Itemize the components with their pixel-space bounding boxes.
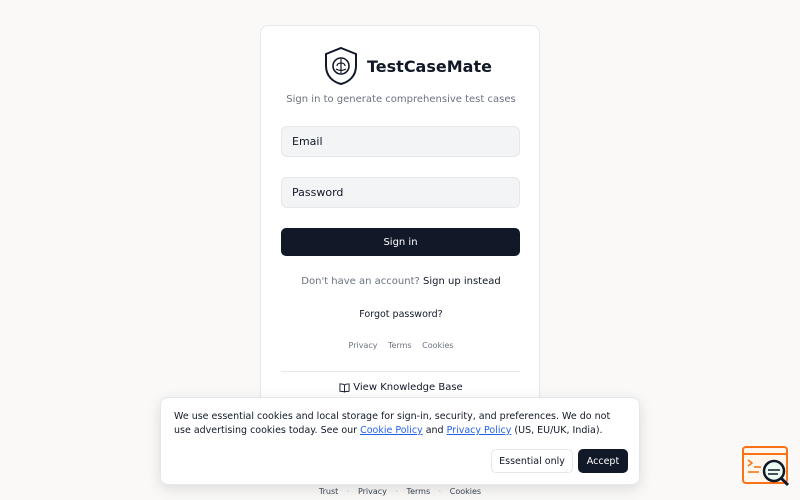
- accept-cookies-button[interactable]: Accept: [578, 449, 628, 473]
- footer-terms-link[interactable]: Terms: [407, 487, 431, 496]
- signup-prompt: Don't have an account?: [301, 276, 420, 287]
- privacy-policy-link[interactable]: Privacy Policy: [447, 425, 512, 436]
- card-cookies-link[interactable]: Cookies: [422, 341, 453, 350]
- sign-in-button[interactable]: Sign in: [281, 228, 520, 256]
- page-footer: Trust · Privacy · Terms · Cookies: [0, 487, 800, 496]
- shield-logo-icon: [325, 46, 357, 86]
- signup-prompt-row: Don't have an account? Sign up instead: [261, 276, 541, 287]
- password-field[interactable]: [281, 177, 520, 208]
- login-card: TestCaseMate Sign in to generate compreh…: [260, 25, 540, 445]
- cookie-and-text: and: [425, 425, 444, 436]
- app-title: TestCaseMate: [367, 56, 492, 76]
- card-privacy-link[interactable]: Privacy: [349, 341, 378, 350]
- knowledge-base-link[interactable]: View Knowledge Base: [261, 382, 541, 393]
- essential-only-button[interactable]: Essential only: [491, 449, 573, 473]
- divider: [281, 371, 520, 372]
- cookie-text-part2: (US, EU/UK, India).: [514, 425, 603, 436]
- footer-separator: ·: [438, 487, 442, 496]
- cookie-banner-text: We use essential cookies and local stora…: [174, 410, 624, 438]
- cookie-policy-link[interactable]: Cookie Policy: [360, 425, 423, 436]
- forgot-password-link[interactable]: Forgot password?: [261, 309, 541, 320]
- footer-separator: ·: [395, 487, 398, 496]
- page-subtitle: Sign in to generate comprehensive test c…: [286, 94, 516, 105]
- chat-search-icon: [742, 446, 790, 487]
- brand: TestCaseMate: [323, 46, 492, 86]
- knowledge-base-label: View Knowledge Base: [353, 382, 463, 393]
- email-field[interactable]: [281, 126, 520, 157]
- sign-up-link[interactable]: Sign up instead: [423, 276, 501, 287]
- footer-cookies-link[interactable]: Cookies: [450, 487, 481, 496]
- footer-privacy-link[interactable]: Privacy: [358, 487, 387, 496]
- cookie-banner: We use essential cookies and local stora…: [160, 397, 640, 485]
- footer-separator: ·: [346, 487, 350, 496]
- card-legal-links: Privacy Terms Cookies: [261, 341, 541, 350]
- footer-trust-link[interactable]: Trust: [319, 487, 338, 496]
- book-open-icon: [339, 383, 350, 393]
- card-terms-link[interactable]: Terms: [388, 341, 412, 350]
- chat-widget-button[interactable]: [741, 445, 791, 489]
